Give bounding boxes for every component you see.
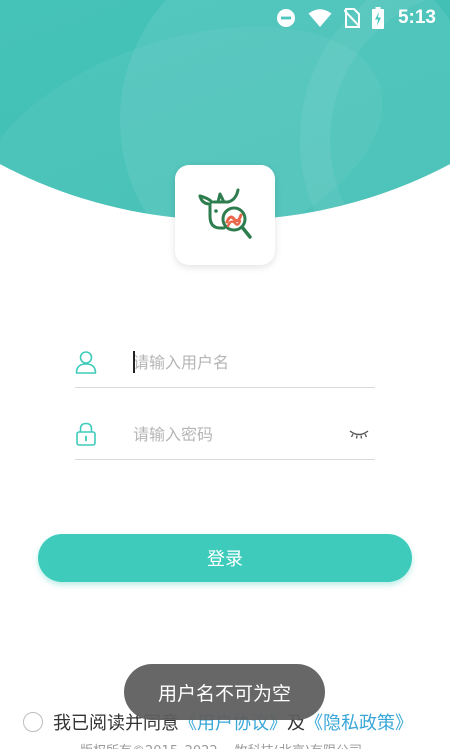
- status-time: 5:13: [397, 7, 436, 28]
- username-field[interactable]: [75, 337, 375, 388]
- app-logo: [175, 165, 275, 265]
- agreement-checkbox[interactable]: [23, 712, 43, 732]
- do-not-disturb-icon: [276, 8, 296, 28]
- password-input[interactable]: [133, 419, 349, 449]
- password-field[interactable]: [75, 409, 375, 460]
- username-input[interactable]: [133, 347, 375, 377]
- privacy-policy-link[interactable]: 《隐私政策》: [305, 709, 413, 735]
- battery-charging-icon: [371, 7, 384, 29]
- toast-message: 用户名不可为空: [124, 664, 325, 720]
- eye-closed-icon[interactable]: [349, 427, 373, 441]
- login-screen: 5:13 请输入用户名 登录 我已阅读并同意 《用户协议》 及 《隐私政策》 用…: [0, 0, 450, 749]
- login-button[interactable]: 登录: [38, 534, 412, 582]
- copyright-text: 版权所有©2015–2022 …牧科技(北京)有限公司: [80, 740, 362, 749]
- wifi-icon: [308, 8, 332, 28]
- lock-icon: [75, 421, 97, 447]
- user-icon: [75, 349, 97, 375]
- cow-magnifier-logo-icon: [198, 188, 252, 239]
- no-sim-icon: [343, 8, 360, 28]
- status-bar: 5:13: [276, 0, 450, 36]
- text-cursor: [133, 351, 135, 373]
